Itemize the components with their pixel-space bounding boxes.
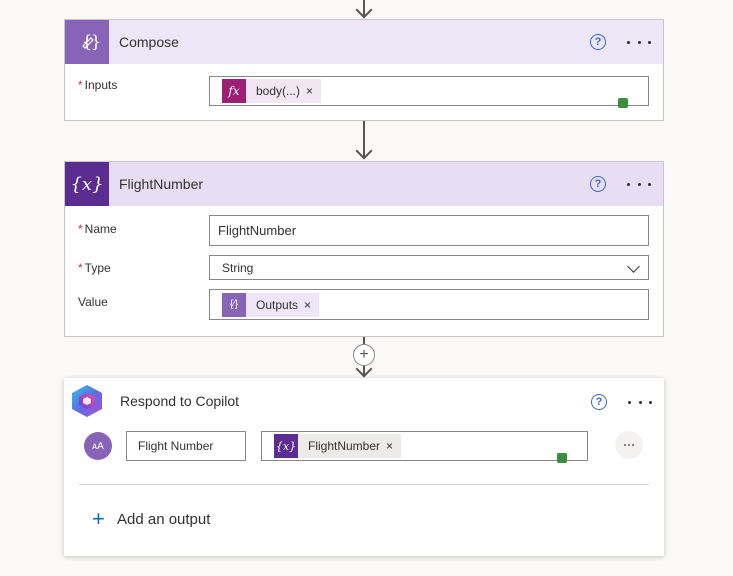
add-output-label: Add an output xyxy=(117,510,211,528)
flightnumber-name-row: * Name FlightNumber xyxy=(65,215,663,249)
value-label: Value xyxy=(78,295,108,309)
svg-text:}: } xyxy=(91,32,100,52)
compose-inputs-label: * Inputs xyxy=(78,78,118,92)
compose-help-icon[interactable]: ? xyxy=(590,34,606,50)
divider xyxy=(79,484,649,485)
compose-inputs-row: * Inputs fx body(...) × xyxy=(65,76,663,110)
flightnumber-help-icon[interactable]: ? xyxy=(590,176,606,192)
outputs-token[interactable]: {⁄} Outputs × xyxy=(222,292,320,317)
output-value-field[interactable]: {x} FlightNumber × xyxy=(261,431,588,463)
respond-card[interactable]: Respond to Copilot ? ᴀA Flight Number {x… xyxy=(64,378,664,556)
value-field[interactable]: {⁄} Outputs × xyxy=(209,289,649,320)
compose-inputs-field[interactable]: fx body(...) × xyxy=(209,76,649,108)
flightnumber-header[interactable]: {x} FlightNumber ? xyxy=(65,162,663,206)
compose-icon: { } xyxy=(65,20,109,64)
flightnumber-type-row: * Type String xyxy=(65,255,663,289)
respond-more-icon[interactable] xyxy=(626,392,654,412)
name-label: * Name xyxy=(78,222,117,236)
compose-body-token-label: body(...) xyxy=(256,84,301,98)
flightnumber-value-row: Value {⁄} Outputs × xyxy=(65,289,663,323)
flightnumber-token[interactable]: {x} FlightNumber × xyxy=(274,434,402,458)
output-more-button[interactable] xyxy=(615,431,643,459)
output-resize-handle[interactable] xyxy=(557,453,567,463)
type-dropdown[interactable]: String xyxy=(209,255,649,280)
compose-card[interactable]: { } Compose ? *Inputs fx body(...) × xyxy=(64,19,664,121)
variable-icon: {x} xyxy=(65,162,109,206)
output-name-value: Flight Number xyxy=(138,439,214,453)
add-output-button[interactable]: + Add an output xyxy=(92,508,210,530)
compose-title: Compose xyxy=(119,34,179,50)
chevron-down-icon xyxy=(627,260,640,273)
outputs-token-remove-icon[interactable]: × xyxy=(304,298,319,312)
respond-title: Respond to Copilot xyxy=(120,393,240,409)
type-label: * Type xyxy=(78,261,111,275)
top-arrow xyxy=(355,1,373,19)
compose-resize-handle[interactable] xyxy=(618,98,628,108)
flightnumber-title: FlightNumber xyxy=(119,176,204,192)
variable-token-icon: {x} xyxy=(274,434,298,458)
flightnumber-token-remove-icon[interactable]: × xyxy=(386,439,401,453)
compose-body-token[interactable]: fx body(...) × xyxy=(222,79,322,103)
outputs-token-label: Outputs xyxy=(256,297,299,312)
insert-step-button[interactable]: + xyxy=(353,344,375,366)
flightnumber-card[interactable]: {x} FlightNumber ? * Name FlightNumber * T… xyxy=(64,161,664,337)
type-dropdown-value: String xyxy=(222,260,254,275)
compose-more-icon[interactable] xyxy=(625,32,653,52)
fx-icon: fx xyxy=(222,79,246,103)
respond-header[interactable]: Respond to Copilot ? xyxy=(64,378,664,424)
connector-2-arrow xyxy=(355,142,373,160)
name-input-value: FlightNumber xyxy=(218,223,297,238)
output-name-input[interactable]: Flight Number xyxy=(126,431,246,461)
flightnumber-token-label: FlightNumber xyxy=(308,439,381,453)
compose-token-icon: {⁄} xyxy=(222,292,246,317)
respond-help-icon[interactable]: ? xyxy=(591,394,607,410)
compose-token-remove-icon[interactable]: × xyxy=(306,84,321,98)
output-row: ᴀA Flight Number {x} FlightNumber × xyxy=(64,424,664,470)
copilot-icon xyxy=(68,382,106,420)
compose-header[interactable]: { } Compose ? xyxy=(65,20,663,64)
add-icon: + xyxy=(92,506,105,531)
flightnumber-more-icon[interactable] xyxy=(625,174,653,194)
name-input[interactable]: FlightNumber xyxy=(209,215,649,246)
text-type-avatar: ᴀA xyxy=(84,432,112,460)
